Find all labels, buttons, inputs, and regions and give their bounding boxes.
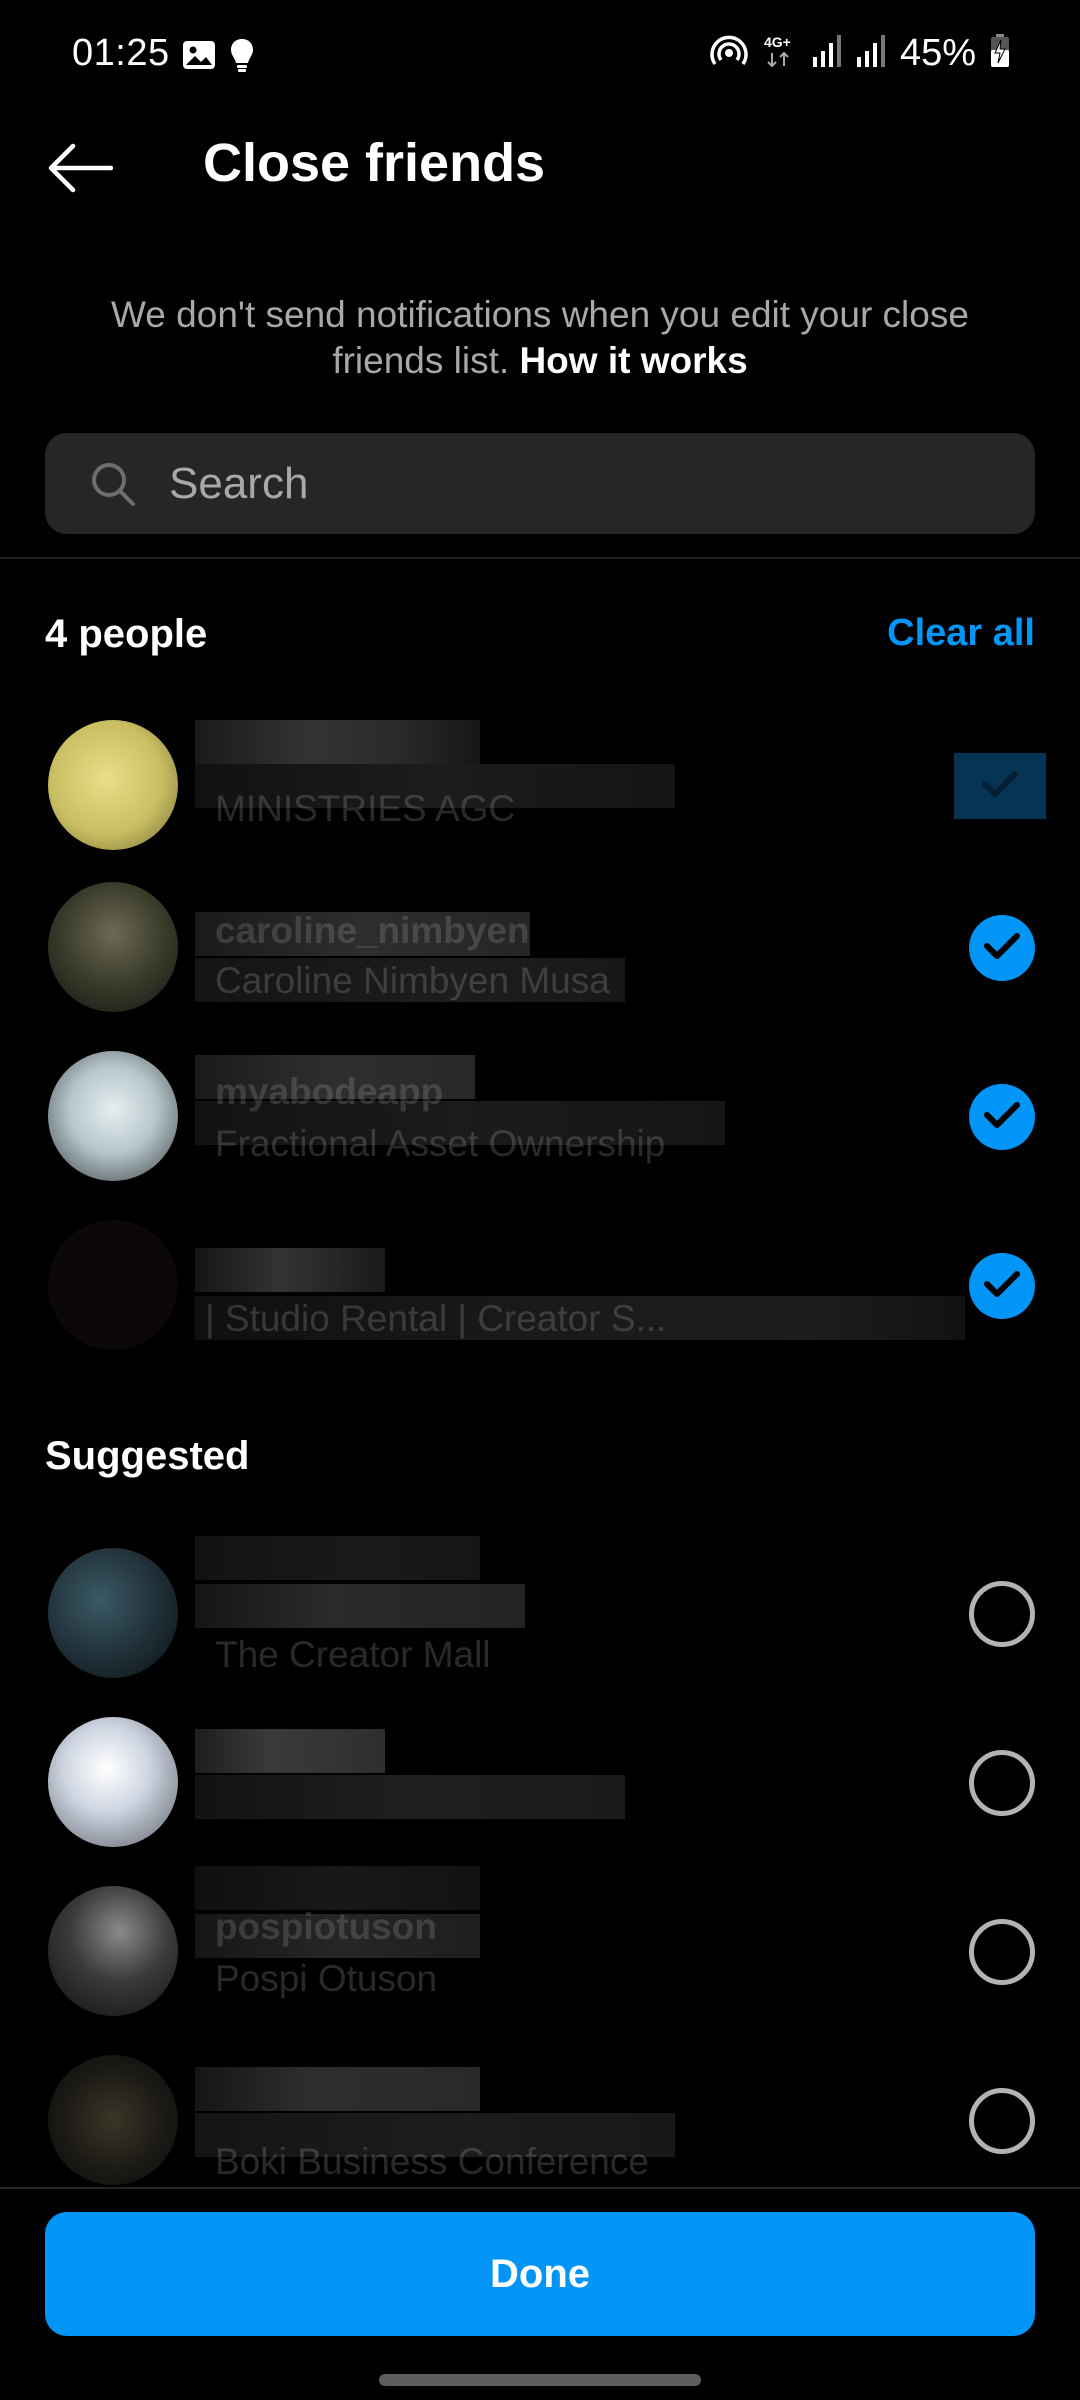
full-name: Boki Business Conference (215, 2141, 649, 2182)
avatar (48, 1886, 178, 2016)
signal-icon (856, 35, 886, 72)
avatar (48, 1051, 178, 1181)
checkmark-icon (984, 1101, 1020, 1134)
lightbulb-icon (230, 38, 254, 77)
full-name: Fractional Asset Ownership (215, 1123, 666, 1164)
how-it-works-link[interactable]: How it works (519, 340, 747, 381)
search-icon (89, 460, 137, 508)
hotspot-icon (710, 34, 748, 73)
avatar (48, 720, 178, 850)
status-bar: 01:25 4G+ 45% (0, 0, 1080, 110)
avatar (48, 2055, 178, 2185)
arrow-left-icon (47, 143, 114, 198)
avatar (48, 882, 178, 1012)
username: pospiotuson (215, 1906, 437, 1947)
username: caroline_nimbyen (215, 910, 530, 951)
selected-checkbox[interactable] (969, 1253, 1035, 1319)
4g-plus-icon: 4G+ (762, 33, 798, 74)
clear-all-button[interactable]: Clear all (887, 612, 1035, 655)
search-input[interactable] (169, 458, 989, 509)
list-item[interactable]: myabodeapp Fractional Asset Ownership (0, 1031, 1080, 1201)
username: myabodeapp (215, 1071, 444, 1112)
battery-percent: 45% (899, 32, 976, 74)
list-item[interactable]: Boki Business Conference (0, 2035, 1080, 2205)
list-item[interactable]: MINISTRIES AGC (0, 700, 1080, 870)
list-item[interactable]: caroline_nimbyen Caroline Nimbyen Musa (0, 862, 1080, 1032)
signal-icon (812, 35, 842, 72)
divider (0, 2187, 1080, 2189)
list-item[interactable]: pospiotuson Pospi Otuson (0, 1866, 1080, 2036)
list-item[interactable]: | Studio Rental | Creator S... (0, 1200, 1080, 1370)
battery-charging-icon (990, 34, 1010, 73)
back-button[interactable] (40, 130, 120, 210)
selected-count-heading: 4 people (45, 612, 208, 656)
full-name: MINISTRIES AGC (215, 788, 516, 829)
status-time: 01:25 (72, 32, 170, 74)
selected-checkbox[interactable] (969, 915, 1035, 981)
checkmark-icon (984, 1270, 1020, 1303)
selected-checkbox[interactable] (954, 753, 1046, 819)
checkmark-icon (984, 932, 1020, 965)
search-bar[interactable] (45, 433, 1035, 534)
full-name: | Studio Rental | Creator S... (205, 1298, 667, 1339)
home-indicator[interactable] (379, 2374, 701, 2386)
full-name: Caroline Nimbyen Musa (215, 960, 610, 1001)
selected-checkbox[interactable] (969, 1084, 1035, 1150)
avatar (48, 1548, 178, 1678)
unselected-radio[interactable] (969, 1750, 1035, 1816)
suggested-heading: Suggested (45, 1434, 250, 1478)
avatar (48, 1717, 178, 1847)
svg-text:4G+: 4G+ (764, 34, 791, 50)
divider (0, 557, 1080, 559)
unselected-radio[interactable] (969, 1581, 1035, 1647)
app-header: Close friends (0, 120, 1080, 220)
full-name: The Creator Mall (215, 1634, 491, 1675)
done-button[interactable]: Done (45, 2212, 1035, 2336)
unselected-radio[interactable] (969, 2088, 1035, 2154)
checkmark-icon (982, 770, 1018, 803)
info-text: We don't send notifications when you edi… (80, 292, 1000, 384)
list-item[interactable]: The Creator Mall (0, 1528, 1080, 1698)
list-item[interactable] (0, 1697, 1080, 1867)
avatar (48, 1220, 178, 1350)
unselected-radio[interactable] (969, 1919, 1035, 1985)
full-name: Pospi Otuson (215, 1958, 438, 1999)
gallery-icon (182, 40, 216, 75)
page-title: Close friends (203, 133, 546, 193)
